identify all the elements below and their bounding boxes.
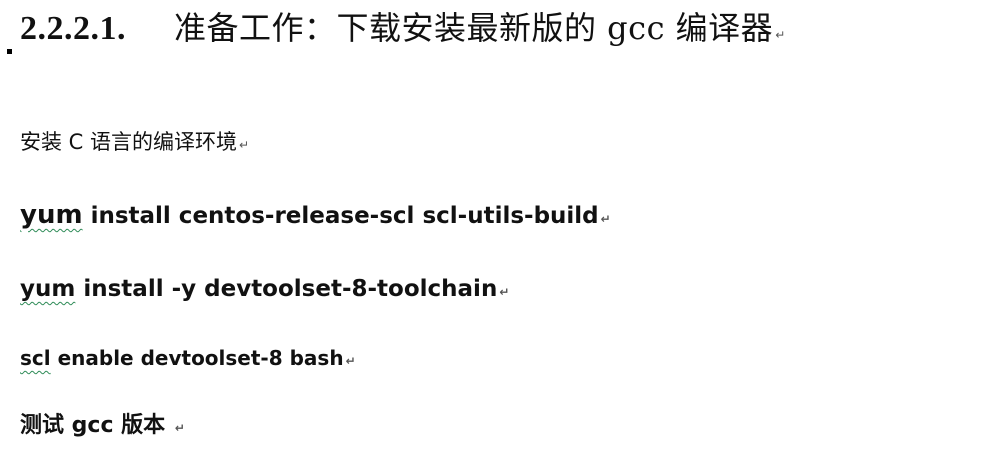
section-heading: 2.2.2.1. 准备工作：下载安装最新版的 gcc 编译器 ↵ — [20, 8, 786, 55]
section-number: 2.2.2.1. — [20, 10, 126, 47]
document-page: 2.2.2.1. 准备工作：下载安装最新版的 gcc 编译器 ↵ 安装 C 语言… — [0, 0, 995, 457]
anchor-marker — [7, 49, 12, 54]
command-keyword: yum — [20, 200, 83, 230]
paragraph-mark-icon: ↵ — [600, 212, 611, 226]
command-keyword: scl — [20, 346, 51, 370]
paragraph-mark-icon: ↵ — [775, 28, 786, 42]
paragraph-mark-icon: ↵ — [345, 354, 356, 368]
command-keyword: yum — [20, 276, 76, 302]
command-text: install -y devtoolset-8-toolchain — [75, 276, 498, 302]
paragraph-mark-icon: ↵ — [239, 138, 250, 152]
section-title: 准备工作：下载安装最新版的 gcc 编译器 — [174, 9, 774, 47]
command-text: enable devtoolset-8 bash — [50, 346, 344, 370]
intro-paragraph: 安装 C 语言的编译环境 ↵ — [20, 126, 249, 161]
command-line-3: scl enable devtoolset-8 bash ↵ — [20, 343, 356, 376]
command-line-1: yum install centos-release-scl scl-utils… — [20, 199, 611, 235]
test-text: 测试 gcc 版本 — [20, 413, 173, 438]
intro-text: 安装 C 语言的编译环境 — [20, 130, 238, 154]
paragraph-mark-icon: ↵ — [499, 285, 510, 299]
command-line-2: yum install -y devtoolset-8-toolchain ↵ — [20, 273, 509, 308]
test-paragraph: 测试 gcc 版本 ↵ — [20, 410, 185, 444]
command-text: install centos-release-scl scl-utils-bui… — [82, 203, 599, 229]
paragraph-mark-icon: ↵ — [174, 421, 185, 435]
